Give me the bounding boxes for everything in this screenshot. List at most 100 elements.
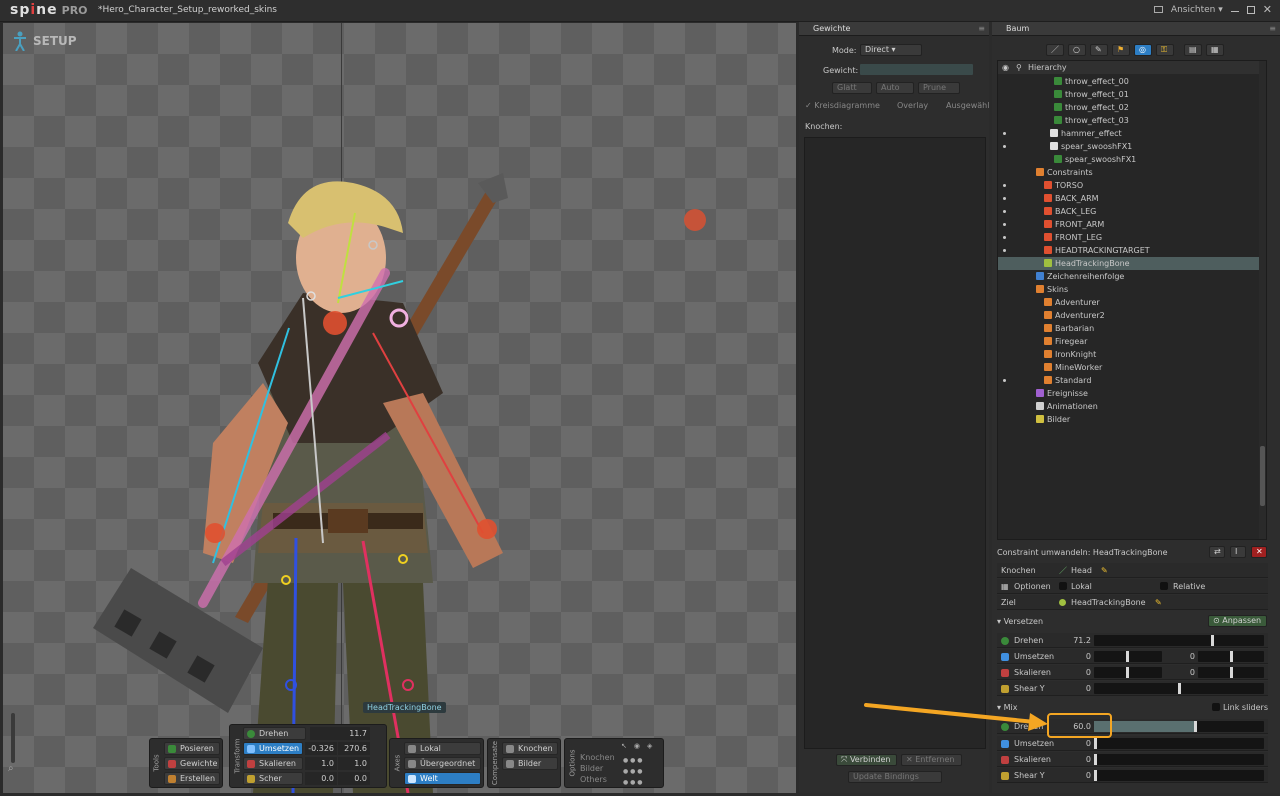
overlay-toggle[interactable]: Overlay (897, 101, 928, 110)
weight-slider[interactable] (860, 64, 973, 75)
hierarchy-tree[interactable]: ◉ ⚲ Hierarchy throw_effect_00 throw_effec… (997, 60, 1267, 540)
prune-button[interactable]: Prune (918, 82, 960, 94)
compensate-images-button[interactable]: Bilder (502, 757, 558, 770)
offset-rotate-slider[interactable] (1094, 635, 1264, 646)
tree-row[interactable]: throw_effect_00 (998, 75, 1266, 88)
mix-translate-slider[interactable] (1094, 738, 1264, 749)
tree-row[interactable]: throw_effect_02 (998, 101, 1266, 114)
visibility-dot-icon[interactable] (1003, 379, 1006, 382)
editor-viewport[interactable]: SETUP HeadTrackingBone ⌕ (3, 23, 796, 793)
tree-row[interactable]: throw_effect_03 (998, 114, 1266, 127)
offset-rotate-value[interactable]: 71.2 (1057, 633, 1091, 648)
minimize-icon[interactable] (1153, 6, 1163, 13)
zoom-slider[interactable] (11, 713, 15, 763)
offset-translate-y-slider[interactable] (1198, 651, 1264, 662)
zoom-icon[interactable]: ⌕ (8, 763, 14, 774)
tree-row[interactable]: Zeichenreihenfolge (998, 270, 1266, 283)
tree-row[interactable]: Adventurer2 (998, 309, 1266, 322)
window-minimize-icon[interactable] (1230, 11, 1239, 12)
remove-button[interactable]: ✕ Entfernen (901, 754, 962, 766)
mix-scale-slider[interactable] (1094, 754, 1264, 765)
tree-row[interactable]: Constraints (998, 166, 1266, 179)
offset-scale-y-value[interactable]: 0 (1165, 665, 1195, 680)
scale-x-value[interactable]: 1.0 (305, 757, 337, 770)
visibility-dot-icon[interactable] (1003, 210, 1006, 213)
axis-parent-button[interactable]: Übergeordnet (404, 757, 481, 770)
tree-row[interactable]: HeadTrackingBone (998, 257, 1266, 270)
tree-row[interactable]: hammer_effect (998, 127, 1266, 140)
visibility-dot-icon[interactable] (1003, 249, 1006, 252)
selected-toggle[interactable]: Ausgewählt (946, 101, 989, 110)
tree-row[interactable]: Animationen (998, 400, 1266, 413)
axis-world-button[interactable]: Welt (404, 772, 481, 785)
collapse-icon[interactable]: ▤ (1184, 44, 1202, 56)
shear-x-value[interactable]: 0.0 (305, 772, 337, 785)
tree-row[interactable]: TORSO (998, 179, 1266, 192)
tree-row[interactable]: IronKnight (998, 348, 1266, 361)
filter-active-icon[interactable]: ◎ (1134, 44, 1152, 56)
filter-slots-icon[interactable]: ○ (1068, 44, 1086, 56)
rename-icon[interactable]: I (1230, 546, 1246, 558)
bone-value[interactable]: Head (1071, 563, 1092, 578)
smooth-button[interactable]: Glatt (832, 82, 872, 94)
translate-tool-button[interactable]: Umsetzen (243, 742, 303, 755)
visibility-dot-icon[interactable] (1003, 223, 1006, 226)
link-sliders-checkbox[interactable] (1212, 703, 1220, 711)
mix-shear-slider[interactable] (1094, 770, 1264, 781)
offset-shear-value[interactable]: 0 (1057, 681, 1091, 696)
offset-shear-slider[interactable] (1094, 683, 1264, 694)
weights-tool-button[interactable]: Gewichte (164, 757, 220, 770)
tree-row[interactable]: Adventurer (998, 296, 1266, 309)
filter-constraints-icon[interactable]: ⚑ (1112, 44, 1130, 56)
pick-bone-icon[interactable]: ✎ (1101, 563, 1108, 578)
tree-row[interactable]: BACK_ARM (998, 192, 1266, 205)
relative-checkbox[interactable] (1160, 582, 1168, 590)
tree-row[interactable]: Bilder (998, 413, 1266, 426)
auto-button[interactable]: Auto (876, 82, 914, 94)
window-close-icon[interactable]: ✕ (1263, 3, 1272, 16)
visibility-dot-icon[interactable] (1003, 184, 1006, 187)
panel-menu-icon[interactable]: ≡ (978, 22, 985, 36)
local-checkbox[interactable] (1059, 582, 1067, 590)
views-menu[interactable]: Ansichten ▾ (1171, 5, 1223, 15)
weights-panel-tab[interactable]: Gewichte ≡ (799, 22, 989, 36)
mix-rotate-slider[interactable] (1094, 721, 1264, 732)
translate-y-value[interactable]: 270.6 (338, 742, 370, 755)
filter-attachments-icon[interactable]: ✎ (1090, 44, 1108, 56)
compensate-bones-button[interactable]: Knochen (502, 742, 558, 755)
translate-x-value[interactable]: -0.326 (305, 742, 337, 755)
update-bindings-button[interactable]: Update Bindings (848, 771, 942, 783)
offset-scale-x-slider[interactable] (1094, 667, 1162, 678)
convert-icon[interactable]: ⇄ (1209, 546, 1225, 558)
tree-row[interactable]: spear_swooshFX1 (998, 153, 1266, 166)
visibility-dot-icon[interactable] (1003, 197, 1006, 200)
options-toggle-grid[interactable]: ● ● ● ● ● ● ● ● ● (623, 755, 643, 788)
target-value[interactable]: HeadTrackingBone (1071, 595, 1146, 610)
mix-translate-value[interactable]: 0 (1057, 736, 1091, 751)
expand-icon[interactable]: ▦ (1206, 44, 1224, 56)
offset-scale-x-value[interactable]: 0 (1057, 665, 1091, 680)
window-maximize-icon[interactable] (1246, 5, 1255, 14)
tree-row[interactable]: MineWorker (998, 361, 1266, 374)
scale-tool-button[interactable]: Skalieren (243, 757, 303, 770)
bind-button[interactable]: ⤧ Verbinden (836, 754, 897, 766)
axis-local-button[interactable]: Lokal (404, 742, 481, 755)
delete-icon[interactable]: ✕ (1251, 546, 1267, 558)
tree-panel-tab[interactable]: Baum ≡ (992, 22, 1280, 36)
tree-row[interactable]: BACK_LEG (998, 205, 1266, 218)
pose-tool-button[interactable]: Posieren (164, 742, 220, 755)
offset-translate-y-value[interactable]: 0 (1165, 649, 1195, 664)
adjust-button[interactable]: ⊙ Anpassen (1208, 615, 1267, 627)
mix-scale-value[interactable]: 0 (1057, 752, 1091, 767)
tree-row[interactable]: spear_swooshFX1 (998, 140, 1266, 153)
filter-keys-icon[interactable]: ⚿ (1156, 44, 1174, 56)
create-tool-button[interactable]: Erstellen (164, 772, 220, 785)
pick-target-icon[interactable]: ✎ (1155, 595, 1162, 610)
tree-row[interactable]: FRONT_LEG (998, 231, 1266, 244)
rotate-tool-button[interactable]: Drehen (243, 727, 306, 740)
tree-row[interactable]: FRONT_ARM (998, 218, 1266, 231)
tree-row[interactable]: HEADTRACKINGTARGET (998, 244, 1266, 257)
weights-bones-list[interactable] (804, 137, 986, 749)
shear-y-value[interactable]: 0.0 (338, 772, 370, 785)
tree-row[interactable]: Firegear (998, 335, 1266, 348)
